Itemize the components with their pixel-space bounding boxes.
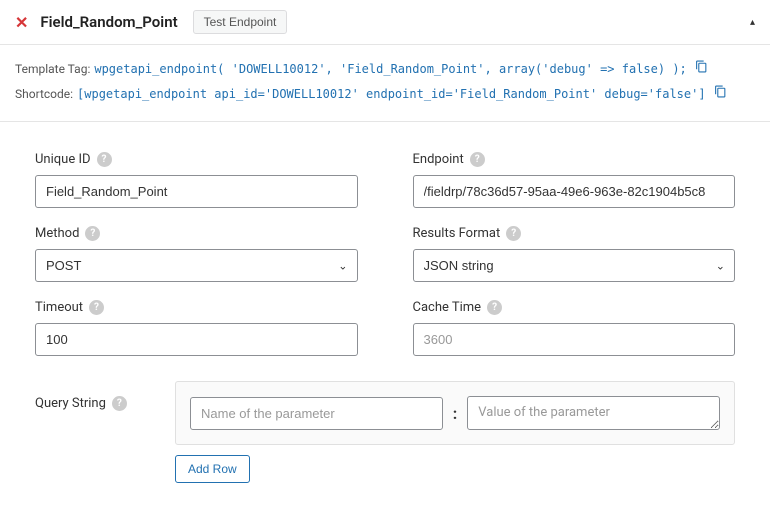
shortcode-label: Shortcode:	[15, 84, 73, 106]
copy-icon[interactable]	[695, 57, 708, 82]
method-label-text: Method	[35, 226, 79, 241]
timeout-label: Timeout ?	[35, 300, 358, 315]
collapse-caret-icon[interactable]: ▴	[750, 17, 755, 28]
results-format-field: Results Format ? ⌄	[413, 226, 736, 282]
query-string-label-text: Query String	[35, 396, 106, 411]
query-name-input[interactable]	[190, 397, 443, 430]
help-icon[interactable]: ?	[97, 152, 112, 167]
endpoint-label: Endpoint ?	[413, 152, 736, 167]
results-format-label-text: Results Format	[413, 226, 501, 241]
query-value-input[interactable]	[467, 396, 720, 430]
panel-header: ✕ Field_Random_Point Test Endpoint ▴	[0, 0, 770, 45]
template-tag-row: Template Tag: wpgetapi_endpoint( 'DOWELL…	[15, 57, 755, 82]
method-label: Method ?	[35, 226, 358, 241]
help-icon[interactable]: ?	[89, 300, 104, 315]
results-format-label: Results Format ?	[413, 226, 736, 241]
panel-title: Field_Random_Point	[40, 13, 177, 31]
shortcode-row: Shortcode: [wpgetapi_endpoint api_id='DO…	[15, 82, 755, 107]
endpoint-field: Endpoint ?	[413, 152, 736, 208]
query-string-row: :	[175, 381, 735, 445]
shortcode-code: [wpgetapi_endpoint api_id='DOWELL10012' …	[77, 84, 706, 106]
close-icon[interactable]: ✕	[15, 13, 28, 32]
endpoint-label-text: Endpoint	[413, 152, 464, 167]
timeout-field: Timeout ?	[35, 300, 358, 356]
help-icon[interactable]: ?	[487, 300, 502, 315]
query-string-section: Query String ? : Add Row	[0, 366, 770, 483]
info-section: Template Tag: wpgetapi_endpoint( 'DOWELL…	[0, 45, 770, 122]
help-icon[interactable]: ?	[85, 226, 100, 241]
cache-time-field: Cache Time ?	[413, 300, 736, 356]
method-field: Method ? ⌄	[35, 226, 358, 282]
cache-time-label-text: Cache Time	[413, 300, 482, 315]
query-string-label: Query String ?	[35, 396, 155, 411]
cache-time-input[interactable]	[413, 323, 736, 356]
unique-id-label-text: Unique ID	[35, 152, 91, 167]
copy-icon[interactable]	[714, 82, 727, 107]
template-tag-code: wpgetapi_endpoint( 'DOWELL10012', 'Field…	[94, 59, 686, 81]
query-string-content: : Add Row	[175, 381, 735, 483]
query-colon: :	[451, 404, 460, 423]
help-icon[interactable]: ?	[112, 396, 127, 411]
query-string-label-col: Query String ?	[35, 381, 155, 483]
test-endpoint-button[interactable]: Test Endpoint	[193, 10, 288, 34]
add-row-button[interactable]: Add Row	[175, 455, 250, 483]
cache-time-label: Cache Time ?	[413, 300, 736, 315]
form-section: Unique ID ? Endpoint ? Method ? ⌄	[0, 122, 770, 366]
unique-id-field: Unique ID ?	[35, 152, 358, 208]
timeout-input[interactable]	[35, 323, 358, 356]
form-grid: Unique ID ? Endpoint ? Method ? ⌄	[35, 152, 735, 356]
help-icon[interactable]: ?	[470, 152, 485, 167]
method-select-wrapper: ⌄	[35, 249, 358, 282]
endpoint-input[interactable]	[413, 175, 736, 208]
unique-id-label: Unique ID ?	[35, 152, 358, 167]
method-select[interactable]	[35, 249, 358, 282]
unique-id-input[interactable]	[35, 175, 358, 208]
results-format-select[interactable]	[413, 249, 736, 282]
results-format-select-wrapper: ⌄	[413, 249, 736, 282]
timeout-label-text: Timeout	[35, 300, 83, 315]
template-tag-label: Template Tag:	[15, 59, 90, 81]
help-icon[interactable]: ?	[506, 226, 521, 241]
